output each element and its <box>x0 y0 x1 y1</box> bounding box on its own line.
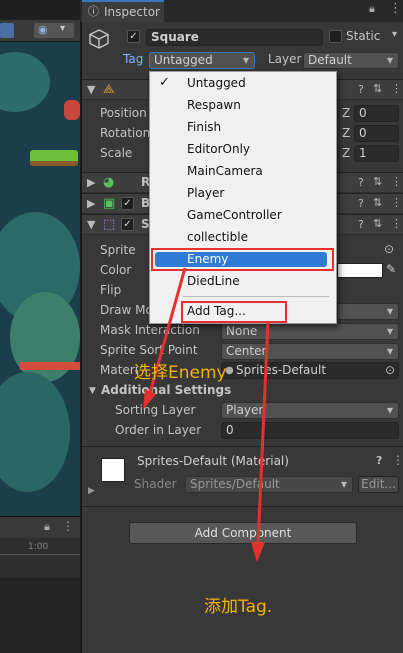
arrow-to-add-tag <box>256 320 270 546</box>
annotation-select-enemy: 选择Enemy <box>134 363 227 383</box>
annotation-add-tag: 添加Tag. <box>204 597 273 617</box>
arrowhead-add-tag <box>251 542 265 562</box>
arrowhead-enemy <box>143 389 156 410</box>
annotation-arrows <box>143 267 270 562</box>
